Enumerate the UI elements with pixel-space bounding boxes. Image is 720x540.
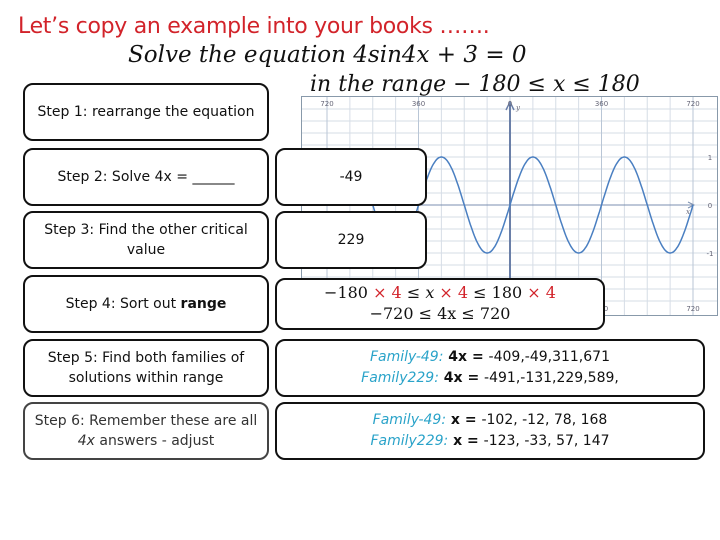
- step-6-label: Step 6: Remember these are all 4x answer…: [34, 412, 258, 449]
- y-tick-label: 1: [708, 154, 712, 162]
- step-4-answer-box: −180 × 4 ≤ x × 4 ≤ 180 × 4 −720 ≤ 4x ≤ 7…: [275, 278, 605, 330]
- step-2-box: Step 2: Solve 4x = ______: [23, 148, 269, 206]
- step-3-answer: 229: [337, 231, 365, 248]
- step-4-label-bold: range: [180, 295, 227, 312]
- step-6-box: Step 6: Remember these are all 4x answer…: [23, 402, 269, 460]
- y-tick-label: -1: [707, 250, 714, 258]
- family-1-x-line: Family-49: x = -102, -12, 78, 168: [372, 412, 608, 428]
- step-2-answer-box: -49: [275, 148, 427, 206]
- x-tick-label-top: 720: [320, 100, 333, 108]
- range-multiply-line: −180 × 4 ≤ x × 4 ≤ 180 × 4: [324, 283, 556, 303]
- x-tick-label-bottom: 720: [686, 305, 699, 313]
- step-3-label: Step 3: Find the other critical value: [44, 221, 248, 258]
- step-5-answer-box: Family-49: 4x = -409,-49,311,671 Family2…: [275, 339, 705, 397]
- family-2-x-line: Family229: x = -123, -33, 57, 147: [370, 433, 610, 449]
- equation-statement: Solve the equation 4sin4x + 3 = 0: [128, 42, 527, 68]
- y-tick-label: 0: [708, 202, 712, 210]
- step-2-answer: -49: [339, 168, 363, 185]
- x-tick-label-top: 360: [595, 100, 608, 108]
- step-2-label: Step 2: Solve 4x = ______: [57, 168, 235, 185]
- family-2-4x-line: Family229: 4x = -491,-131,229,589,: [361, 370, 619, 386]
- step-4-label: Step 4: Sort out range: [65, 295, 227, 312]
- x-tick-label-top: 360: [412, 100, 425, 108]
- range-result-line: −720 ≤ 4x ≤ 720: [369, 304, 511, 323]
- step-6-answer-box: Family-49: x = -102, -12, 78, 168 Family…: [275, 402, 705, 460]
- step-5-box: Step 5: Find both families of solutions …: [23, 339, 269, 397]
- range-statement: in the range − 180 ≤ x ≤ 180: [310, 72, 640, 97]
- step-5-label: Step 5: Find both families of solutions …: [47, 349, 245, 386]
- family-1-4x-line: Family-49: 4x = -409,-49,311,671: [370, 349, 610, 365]
- step-1-label: Step 1: rearrange the equation: [37, 103, 255, 120]
- step-1-box: Step 1: rearrange the equation: [23, 83, 269, 141]
- step-3-answer-box: 229: [275, 211, 427, 269]
- step-4-box: Step 4: Sort out range: [23, 275, 269, 333]
- page-title: Let’s copy an example into your books ………: [18, 14, 490, 39]
- x-tick-label-top: 0: [508, 100, 512, 108]
- x-tick-label-top: 720: [686, 100, 699, 108]
- step-3-box: Step 3: Find the other critical value: [23, 211, 269, 269]
